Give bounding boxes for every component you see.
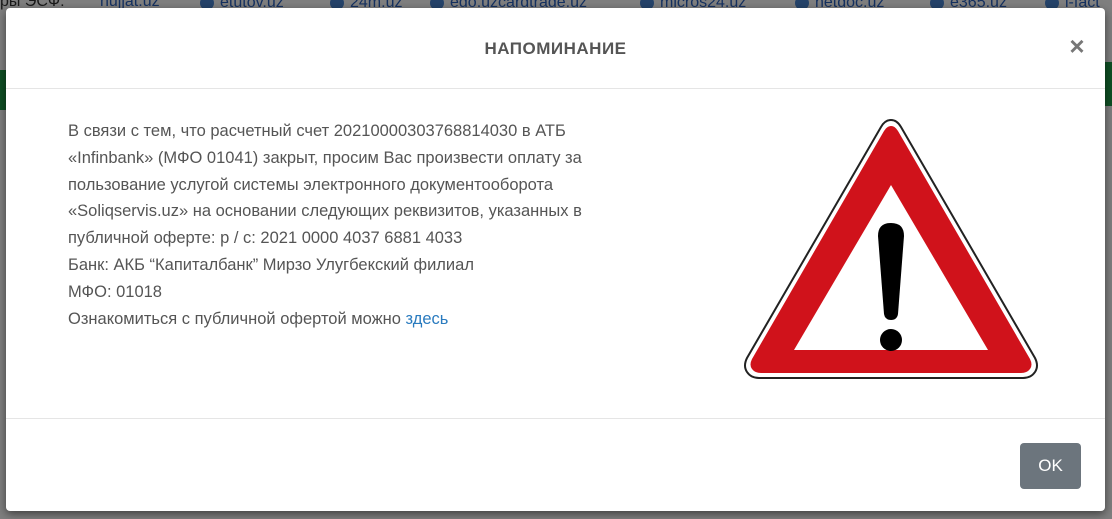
reminder-text-line: «Soliqservis.uz» на основании следующих … (68, 202, 582, 221)
close-button[interactable]: × (1065, 32, 1089, 60)
reminder-modal: НАПОМИНАНИЕ × В связи с тем, что расчетн… (6, 8, 1105, 511)
modal-body: В связи с тем, что расчетный счет 202100… (6, 90, 1105, 418)
mfo-line: МФО: 01018 (68, 282, 162, 301)
offer-line: Ознакомиться с публичной офертой можно з… (68, 306, 648, 333)
reminder-text: В связи с тем, что расчетный счет 202100… (68, 118, 648, 332)
reminder-text-line: публичной оферте: р / с: 2021 0000 4037 … (68, 229, 463, 248)
reminder-text-line: В связи с тем, что расчетный счет 202100… (68, 122, 566, 140)
modal-header: НАПОМИНАНИЕ × (6, 8, 1105, 89)
offer-text: Ознакомиться с публичной офертой можно (68, 309, 401, 328)
ok-button[interactable]: OK (1020, 443, 1081, 489)
modal-title: НАПОМИНАНИЕ (484, 39, 627, 58)
bank-name-line: Банк: АКБ “Капиталбанк” Мирзо Улугбекски… (68, 255, 474, 274)
warning-triangle-icon (742, 114, 1040, 384)
reminder-text-line: пользование услугой системы электронного… (68, 175, 554, 194)
offer-link[interactable]: здесь (406, 310, 449, 328)
reminder-text-line: «Infinbank» (МФО 01041) закрыт, просим В… (68, 148, 582, 167)
modal-footer: OK (6, 418, 1105, 511)
